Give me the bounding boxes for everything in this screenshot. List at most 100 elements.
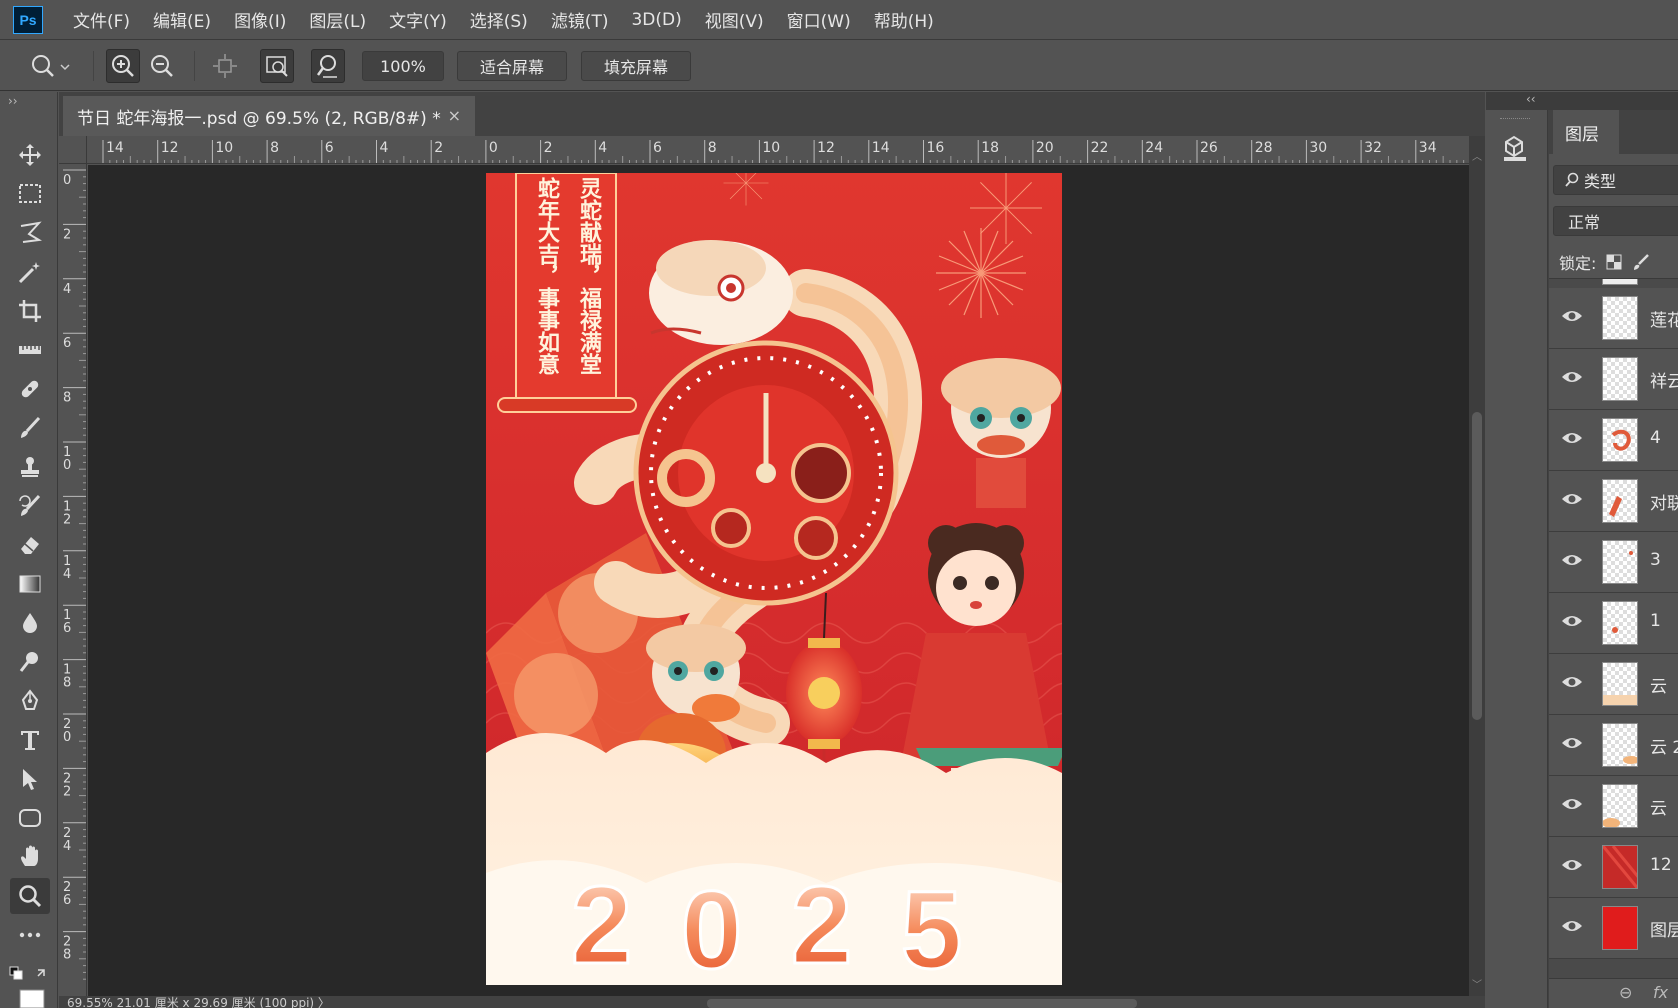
eye-icon[interactable] [1561,430,1583,446]
eye-icon[interactable] [1561,918,1583,934]
eye-icon[interactable] [1561,491,1583,507]
fx-icon[interactable]: fx [1653,983,1668,1002]
separator [194,51,195,81]
eye-icon[interactable] [1561,796,1583,812]
status-text[interactable]: 69.55% 21.01 厘米 x 29.69 厘米 (100 ppi) 〉 [67,996,330,1008]
blend-mode-dropdown[interactable]: 正常 [1553,206,1678,236]
eye-icon[interactable] [1561,857,1583,873]
gripper[interactable] [1500,118,1530,121]
lasso-tool[interactable] [10,215,50,251]
menu-edit[interactable]: 编辑(E) [153,7,211,32]
tools-collapse-icon[interactable]: ›› [8,94,18,108]
fit-screen-button[interactable]: 适合屏幕 [457,51,567,81]
scroll-up-icon[interactable]: ︿ [1472,148,1482,163]
eye-icon[interactable] [1561,674,1583,690]
eraser-tool[interactable] [10,527,50,563]
zoom-tool-preset-picker[interactable] [22,49,78,83]
year-digit-2b: 2 [791,864,852,985]
layer-row[interactable]: 云 2 [1549,715,1678,776]
layer-row[interactable]: 3 [1549,532,1678,593]
layer-row[interactable]: 祥云 [1549,349,1678,410]
shape-tool[interactable] [10,800,50,836]
dock-collapse-bar[interactable]: ‹‹ [1486,92,1678,110]
zoom-tool[interactable] [10,878,50,914]
menu-type[interactable]: 文字(Y) [389,7,447,32]
layer-row[interactable]: 1 [1549,593,1678,654]
ruler-icon [19,346,41,354]
scrubby-zoom-button[interactable] [311,49,345,83]
path-selection-tool[interactable] [10,761,50,797]
ruler-origin[interactable] [59,136,87,164]
scrollbar-thumb[interactable] [1472,412,1482,720]
menu-layer[interactable]: 图层(L) [309,7,366,32]
eye-icon[interactable] [1561,308,1583,324]
gradient-tool[interactable] [10,566,50,602]
menu-image[interactable]: 图像(I) [234,7,286,32]
ruler-label: 30 [1309,140,1327,156]
zoom-out-button[interactable] [145,49,179,83]
ruler-label: 12 [817,140,835,156]
hand-tool[interactable] [10,839,50,875]
layer-row[interactable]: 云 [1549,776,1678,837]
close-icon[interactable]: × [448,106,461,125]
horizontal-ruler[interactable]: 14 12 10 8 6 4 2 0 2 4 6 8 10 12 14 16 18 20 22 24 26 28 30 32 3… [87,136,1469,164]
brush-tool[interactable] [10,410,50,446]
3d-cube-icon[interactable] [1500,132,1532,164]
more-tools-button[interactable] [10,917,50,953]
layer-name: 12 [1650,855,1672,875]
menu-file[interactable]: 文件(F) [73,7,130,32]
ruler-tool[interactable] [10,332,50,368]
menu-window[interactable]: 窗口(W) [787,7,851,32]
blur-tool[interactable] [10,605,50,641]
marquee-icon [19,184,41,203]
ruler-label: 6 [63,336,71,351]
layer-name: 1 [1650,611,1661,631]
menu-view[interactable]: 视图(V) [705,7,764,32]
eye-icon[interactable] [1561,369,1583,385]
menu-help[interactable]: 帮助(H) [874,7,934,32]
crop-tool[interactable] [10,293,50,329]
clone-stamp-tool[interactable] [10,449,50,485]
layer-row[interactable]: 12 [1549,837,1678,898]
history-brush-tool[interactable] [10,488,50,524]
link-layers-icon[interactable]: ⊖ [1619,983,1632,1002]
type-tool[interactable] [10,722,50,758]
lock-image-pixels-icon[interactable] [1632,253,1650,271]
zoom-in-button[interactable] [106,49,140,83]
eye-icon[interactable] [1561,552,1583,568]
poster-artwork[interactable]: 2 0 2 5 蛇年大吉，事事如意 灵蛇献瑞，福禄满堂 [486,173,1062,985]
lock-transparent-pixels-icon[interactable] [1606,254,1622,270]
menu-filter[interactable]: 滤镜(T) [551,7,609,32]
horizontal-scrollbar-thumb[interactable] [707,999,1137,1008]
menu-select[interactable]: 选择(S) [470,7,528,32]
brush-icon [21,416,41,438]
layer-row[interactable]: 对联 [1549,471,1678,532]
resize-windows-button[interactable] [208,49,242,83]
eye-icon[interactable] [1561,613,1583,629]
eye-icon[interactable] [1561,735,1583,751]
document-tab[interactable]: 节日 蛇年海报一.psd @ 69.5% (2, RGB/8#) * × [63,96,475,136]
zoom-all-windows-icon [266,56,288,77]
ruler-label: 4 [63,282,71,297]
layer-row[interactable]: 图层 [1549,898,1678,959]
layer-row[interactable]: 4 [1549,410,1678,471]
status-bar: 69.55% 21.01 厘米 x 29.69 厘米 (100 ppi) 〉 [59,996,1485,1008]
pen-tool[interactable] [10,683,50,719]
menu-3d[interactable]: 3D(D) [631,10,681,30]
healing-brush-tool[interactable] [10,371,50,407]
zoom-all-windows-button[interactable] [260,49,294,83]
move-tool[interactable] [10,137,50,173]
layer-filter-dropdown[interactable]: 类型 [1553,165,1678,195]
layer-row[interactable]: 莲花 [1549,288,1678,349]
zoom-percent-field[interactable]: 100% [362,51,444,81]
fill-screen-button[interactable]: 填充屏幕 [581,51,691,81]
layer-row[interactable]: 云 [1549,654,1678,715]
color-swatches[interactable] [8,964,52,1008]
vertical-ruler[interactable]: 0246810121416182022242628 [59,164,87,996]
scroll-down-icon[interactable]: ﹀ [1472,976,1482,991]
tab-layers[interactable]: 图层 [1553,110,1619,154]
canvas-vertical-scrollbar[interactable]: ︿ ﹀ [1469,136,1485,996]
dodge-tool[interactable] [10,644,50,680]
magic-wand-tool[interactable] [10,254,50,290]
marquee-tool[interactable] [10,176,50,212]
